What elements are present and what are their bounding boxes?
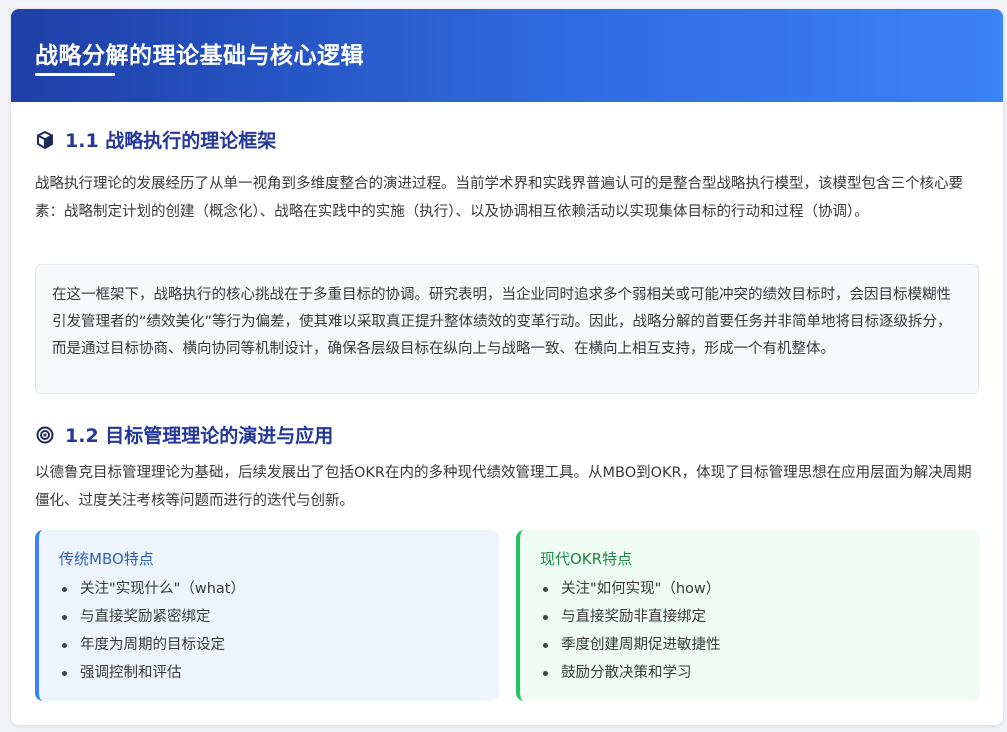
mbo-title: 传统MBO特点	[59, 550, 154, 568]
section-1-title-text: 1.1 战略执行的理论框架	[65, 130, 277, 152]
okr-card: 现代OKR特点 关注"如何实现"（how） 与直接奖励非直接绑定 季度创建周期促…	[516, 530, 980, 701]
list-item: 鼓励分散决策和学习	[540, 659, 960, 687]
section-2-title-text: 1.2 目标管理理论的演进与应用	[65, 425, 334, 447]
section-1-paragraph: 战略执行理论的发展经历了从单一视角到多维度整合的演进过程。当前学术界和实践界普遍…	[35, 176, 963, 220]
content-card: 战略分解的理论基础与核心逻辑 1.1 战略执行的理论框架 战略执行理论的发展经历…	[11, 9, 1003, 725]
mbo-list: 关注"实现什么"（what） 与直接奖励紧密绑定 年度为周期的目标设定 强调控制…	[59, 575, 479, 687]
page-title: 战略分解的理论基础与核心逻辑	[35, 43, 364, 69]
mbo-card: 传统MBO特点 关注"实现什么"（what） 与直接奖励紧密绑定 年度为周期的目…	[35, 530, 499, 701]
list-item: 强调控制和评估	[59, 659, 479, 687]
okr-list: 关注"如何实现"（how） 与直接奖励非直接绑定 季度创建周期促进敏捷性 鼓励分…	[540, 575, 960, 687]
list-item: 关注"如何实现"（how）	[540, 575, 960, 603]
section-2-title: 1.2 目标管理理论的演进与应用	[35, 421, 333, 448]
highlight-box: 在这一框架下，战略执行的核心挑战在于多重目标的协调。研究表明，当企业同时追求多个…	[35, 264, 979, 394]
cube-icon	[35, 130, 55, 150]
list-item: 与直接奖励非直接绑定	[540, 603, 960, 631]
target-icon	[35, 425, 55, 445]
list-item: 关注"实现什么"（what）	[59, 575, 479, 603]
section-2-paragraph: 以德鲁克目标管理理论为基础，后续发展出了包括OKR在内的多种现代绩效管理工具。从…	[35, 465, 972, 509]
list-item: 与直接奖励紧密绑定	[59, 603, 479, 631]
okr-title: 现代OKR特点	[540, 550, 633, 568]
title-underline	[35, 73, 115, 76]
list-item: 季度创建周期促进敏捷性	[540, 631, 960, 659]
section-1-title: 1.1 战略执行的理论框架	[35, 126, 276, 153]
page-header: 战略分解的理论基础与核心逻辑	[11, 9, 1003, 102]
list-item: 年度为周期的目标设定	[59, 631, 479, 659]
